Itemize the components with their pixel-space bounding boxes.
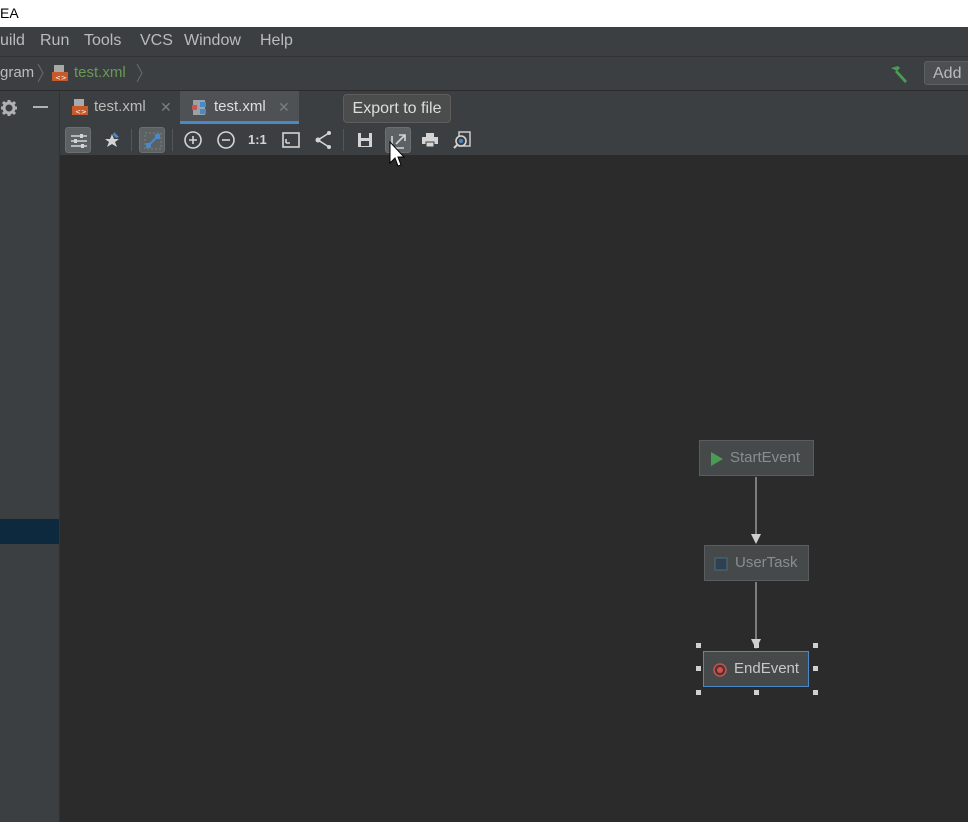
menu-bar: uild Run Tools VCS Window Help bbox=[0, 27, 968, 57]
menu-vcs[interactable]: VCS bbox=[140, 27, 173, 56]
zoom-in-button[interactable] bbox=[180, 127, 206, 153]
svg-text:<>: <> bbox=[55, 74, 67, 82]
actual-size-button[interactable]: 1:1 bbox=[245, 127, 271, 153]
resize-handle-sw[interactable] bbox=[696, 690, 701, 695]
menu-run[interactable]: Run bbox=[40, 27, 69, 56]
apply-layout-button[interactable] bbox=[310, 127, 336, 153]
print-button[interactable] bbox=[417, 127, 443, 153]
editor-tab-strip: <> test.xml ✕ test.xml ✕ bbox=[60, 91, 968, 124]
resize-handle-ne[interactable] bbox=[813, 643, 818, 648]
pin-button[interactable] bbox=[99, 127, 125, 153]
end-event-icon bbox=[713, 663, 727, 677]
zoom-out-button[interactable] bbox=[213, 127, 239, 153]
diagram-node-end-event[interactable]: EndEvent bbox=[703, 651, 809, 687]
settings-sliders-icon bbox=[71, 134, 87, 148]
resize-handle-s[interactable] bbox=[754, 690, 759, 695]
diagram-node-user-task[interactable]: UserTask bbox=[704, 545, 809, 581]
start-event-play-icon bbox=[711, 452, 723, 466]
zoom-out-icon bbox=[217, 131, 235, 149]
pin-star-icon bbox=[105, 132, 119, 147]
selected-tree-row[interactable] bbox=[0, 519, 59, 544]
menu-build[interactable]: uild bbox=[0, 27, 25, 56]
diagram-node-start-event[interactable]: StartEvent bbox=[699, 440, 814, 476]
breadcrumb-file[interactable]: test.xml bbox=[74, 57, 126, 90]
settings-button[interactable] bbox=[65, 127, 91, 153]
zoom-in-icon bbox=[184, 131, 202, 149]
resize-handle-se[interactable] bbox=[813, 690, 818, 695]
resize-handle-w[interactable] bbox=[696, 666, 701, 671]
layout-toggle-icon bbox=[144, 132, 162, 150]
menu-tools[interactable]: Tools bbox=[84, 27, 121, 56]
gear-icon[interactable] bbox=[1, 100, 17, 116]
minimize-icon[interactable] bbox=[33, 105, 49, 109]
resize-handle-nw[interactable] bbox=[696, 643, 701, 648]
left-tool-panel bbox=[0, 91, 60, 822]
add-configuration-button[interactable]: Add bbox=[924, 61, 968, 85]
export-tooltip: Export to file bbox=[343, 94, 451, 123]
tab-test-xml-diagram[interactable]: test.xml ✕ bbox=[180, 91, 299, 124]
diagram-canvas[interactable] bbox=[60, 155, 968, 822]
resize-handle-e[interactable] bbox=[813, 666, 818, 671]
fit-content-icon bbox=[282, 132, 300, 148]
diagram-file-icon bbox=[192, 100, 206, 115]
print-preview-icon bbox=[453, 131, 471, 149]
resize-handle-n[interactable] bbox=[754, 643, 759, 648]
menu-help[interactable]: Help bbox=[260, 27, 293, 56]
node-label: EndEvent bbox=[734, 660, 800, 677]
navigation-bar: gram <> test.xml bbox=[0, 57, 968, 91]
toolbar-separator bbox=[172, 129, 173, 151]
save-icon bbox=[358, 133, 372, 147]
toolbar-separator bbox=[343, 129, 344, 151]
diagram-toolbar: 1:1 bbox=[60, 124, 968, 156]
mouse-cursor-icon bbox=[389, 141, 405, 167]
print-preview-button[interactable] bbox=[450, 127, 476, 153]
tab-label: test.xml bbox=[94, 98, 146, 115]
node-label: UserTask bbox=[735, 554, 798, 571]
window-title: EA bbox=[0, 5, 19, 21]
save-button[interactable] bbox=[352, 127, 378, 153]
window-title-bar: EA bbox=[0, 0, 968, 27]
svg-text:<>: <> bbox=[75, 108, 87, 116]
xml-file-icon: <> bbox=[72, 99, 88, 116]
xml-file-icon: <> bbox=[52, 65, 68, 82]
menu-window[interactable]: Window bbox=[184, 27, 241, 56]
close-icon[interactable]: ✕ bbox=[278, 91, 290, 123]
breadcrumb-separator-icon bbox=[136, 63, 143, 83]
build-hammer-icon[interactable] bbox=[888, 64, 910, 84]
breadcrumb-separator-icon bbox=[37, 63, 44, 83]
actual-size-label: 1:1 bbox=[248, 132, 267, 147]
close-icon[interactable]: ✕ bbox=[160, 91, 172, 123]
tab-label: test.xml bbox=[214, 98, 266, 115]
tab-test-xml[interactable]: <> test.xml ✕ bbox=[70, 91, 182, 124]
node-label: StartEvent bbox=[730, 449, 801, 466]
user-task-icon bbox=[714, 557, 728, 571]
print-icon bbox=[422, 133, 438, 148]
breadcrumb-parent[interactable]: gram bbox=[0, 57, 34, 90]
toolbar-separator bbox=[131, 129, 132, 151]
layout-toggle-button[interactable] bbox=[139, 127, 165, 153]
layout-icon bbox=[315, 131, 331, 149]
fit-content-button[interactable] bbox=[278, 127, 304, 153]
